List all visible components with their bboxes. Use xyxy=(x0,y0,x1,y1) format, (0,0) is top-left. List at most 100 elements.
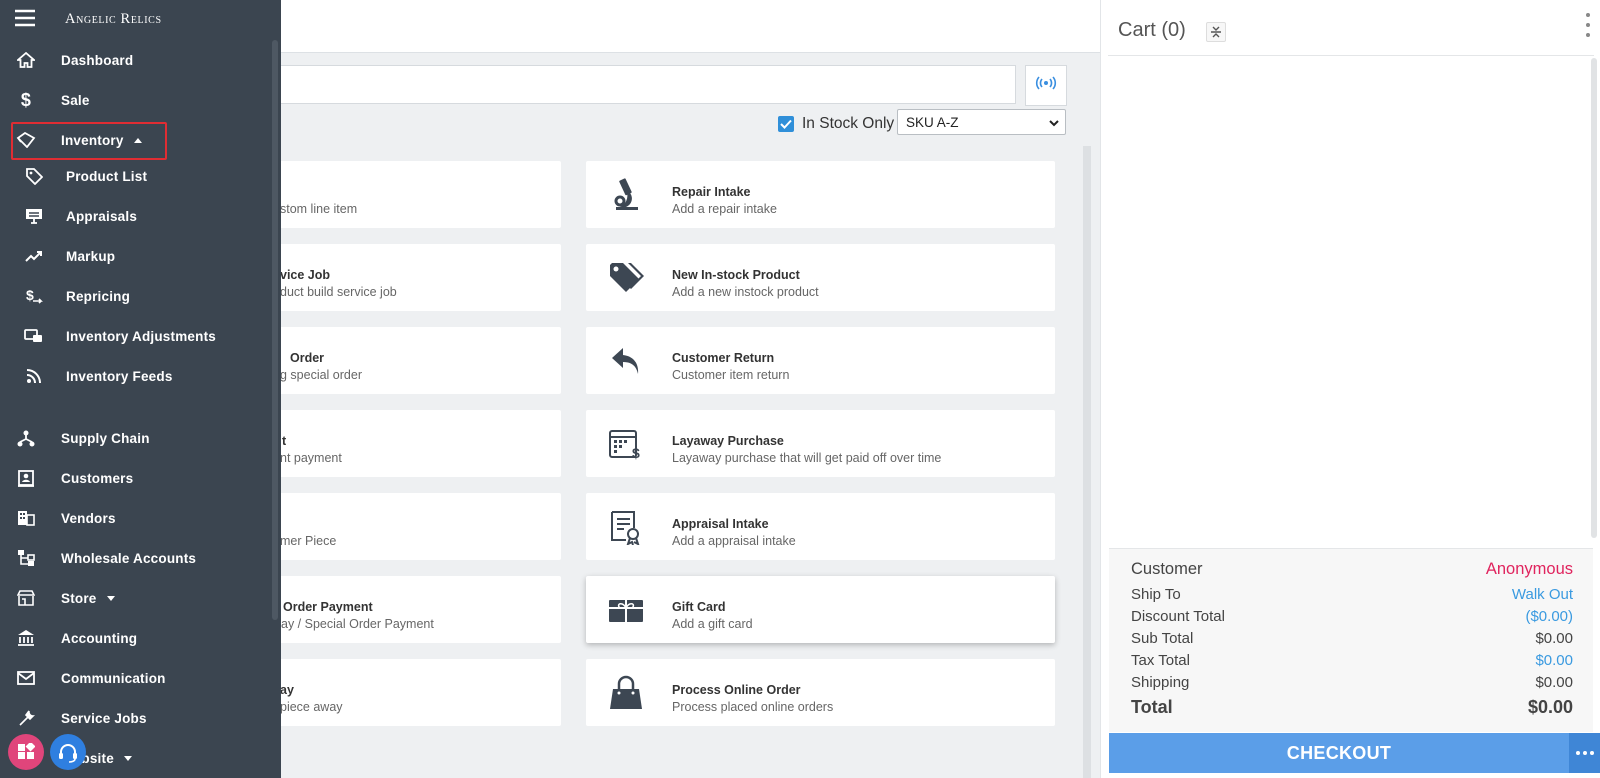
tile-title: New In-stock Product xyxy=(672,268,800,282)
sidebar-subitem-markup[interactable]: Markup xyxy=(0,244,270,268)
sale-tile-process-online-order[interactable]: Process Online Order Process placed onli… xyxy=(586,659,1055,726)
tile-desc: piece away xyxy=(280,700,343,714)
sort-select[interactable]: SKU A-Z xyxy=(897,109,1066,135)
sale-tile-repair-intake[interactable]: Repair Intake Add a repair intake xyxy=(586,161,1055,228)
subtotal-row: Sub Total $0.00 xyxy=(1131,630,1573,647)
monitor-icon xyxy=(24,206,44,226)
tile-title: Order Payment xyxy=(283,600,373,614)
product-search-input[interactable] xyxy=(274,65,1016,104)
sidebar-scrollbar[interactable] xyxy=(272,40,278,620)
sidebar-item-vendors[interactable]: Vendors xyxy=(0,506,270,530)
tax-label: Tax Total xyxy=(1131,652,1190,669)
divider xyxy=(1108,55,1594,56)
sidebar-item-customers[interactable]: Customers xyxy=(0,466,270,490)
tile-desc: Add a repair intake xyxy=(672,202,777,216)
sidebar-item-store[interactable]: Store xyxy=(0,586,270,610)
hamburger-icon xyxy=(15,9,35,27)
kebab-dot xyxy=(1586,13,1590,17)
customer-value-link[interactable]: Anonymous xyxy=(1486,560,1573,579)
headset-icon xyxy=(59,744,77,763)
tile-desc: ay / Special Order Payment xyxy=(281,617,434,631)
subtotal-value: $0.00 xyxy=(1535,630,1573,647)
ship-to-row: Ship To Walk Out xyxy=(1131,586,1573,603)
sidebar-item-service-jobs[interactable]: Service Jobs xyxy=(0,706,270,730)
tile-title: vice Job xyxy=(280,268,331,282)
home-icon xyxy=(16,50,36,70)
sale-tile-gift-card[interactable]: Gift Card Add a gift card xyxy=(586,576,1055,643)
total-label: Total xyxy=(1131,697,1173,717)
adjust-icon xyxy=(24,326,44,346)
sidebar-subitem-label: Inventory Feeds xyxy=(66,368,173,384)
cart-totals: Customer Anonymous Ship To Walk Out Disc… xyxy=(1109,548,1593,732)
caret-up-icon xyxy=(133,138,142,144)
ship-to-value-link[interactable]: Walk Out xyxy=(1512,586,1573,603)
cart-title: Cart (0) xyxy=(1118,19,1186,41)
sidebar-subitem-product-list[interactable]: Product List xyxy=(0,164,270,188)
sidebar-item-dashboard[interactable]: Dashboard xyxy=(0,48,270,72)
kebab-dot xyxy=(1586,23,1590,27)
sidebar-item-inventory[interactable]: Inventory xyxy=(0,128,270,152)
sidebar-item-label: Supply Chain xyxy=(61,430,150,446)
tile-desc: Customer item return xyxy=(672,368,790,382)
shipping-label: Shipping xyxy=(1131,674,1190,691)
dollar-arrow-icon: $ xyxy=(24,286,44,306)
checkout-more-button[interactable] xyxy=(1569,733,1600,773)
cart-scrollbar[interactable] xyxy=(1591,58,1597,538)
sale-tile-customer-return[interactable]: Customer Return Customer item return xyxy=(586,327,1055,394)
sale-tile-appraisal-intake[interactable]: Appraisal Intake Add a appraisal intake xyxy=(586,493,1055,560)
checkout-button[interactable]: CHECKOUT xyxy=(1109,733,1569,773)
cart-more-options-button[interactable] xyxy=(1583,10,1593,40)
sidebar-subitem-inventory-feeds[interactable]: Inventory Feeds xyxy=(0,364,270,388)
support-fab-button[interactable] xyxy=(50,734,86,770)
sidebar-subitem-appraisals[interactable]: Appraisals xyxy=(0,204,270,228)
sidebar-subitem-label: Product List xyxy=(66,168,148,184)
discount-value-link[interactable]: ($0.00) xyxy=(1525,608,1573,625)
hamburger-menu-button[interactable] xyxy=(13,8,37,28)
bank-icon xyxy=(16,628,36,648)
sidebar-subitem-repricing[interactable]: $ Repricing xyxy=(0,284,270,308)
tile-title: Process Online Order xyxy=(672,683,801,697)
dollar-icon: $ xyxy=(20,89,32,110)
ship-to-label: Ship To xyxy=(1131,586,1181,603)
network-icon xyxy=(16,428,36,448)
sidebar-item-label: Store xyxy=(61,591,115,606)
scanner-button[interactable] xyxy=(1025,65,1067,106)
apps-fab-button[interactable] xyxy=(8,734,44,770)
in-stock-checkbox[interactable] xyxy=(778,116,794,132)
customer-label: Customer xyxy=(1131,560,1203,578)
tile-desc: duct build service job xyxy=(280,285,397,299)
sort-value: SKU A-Z xyxy=(906,114,959,130)
contact-card-icon xyxy=(16,468,36,488)
sidebar-item-label: Wholesale Accounts xyxy=(61,550,197,566)
caret-down-icon xyxy=(106,596,115,602)
sidebar-item-accounting[interactable]: Accounting xyxy=(0,626,270,650)
sidebar-item-label: Inventory xyxy=(61,133,142,148)
sidebar-subitem-inventory-adjustments[interactable]: Inventory Adjustments xyxy=(0,324,270,348)
tile-title: Repair Intake xyxy=(672,185,751,199)
tile-title: Gift Card xyxy=(672,600,726,614)
hierarchy-icon xyxy=(16,548,36,568)
sale-tile-new-instock-product[interactable]: New In-stock Product Add a new instock p… xyxy=(586,244,1055,311)
sidebar-subitem-label: Markup xyxy=(66,248,116,264)
sidebar-item-wholesale-accounts[interactable]: Wholesale Accounts xyxy=(0,546,270,570)
tax-value-link[interactable]: $0.00 xyxy=(1535,652,1573,669)
rss-icon xyxy=(24,366,44,386)
in-stock-filter[interactable]: In Stock Only xyxy=(778,115,894,133)
cart-collapse-button[interactable] xyxy=(1206,22,1226,42)
tile-desc: Layaway purchase that will get paid off … xyxy=(672,451,942,465)
store-icon xyxy=(16,588,36,608)
tile-title: ay xyxy=(280,683,294,697)
main-scrollbar[interactable] xyxy=(1083,146,1091,778)
sale-tile-layaway-purchase[interactable]: $ Layaway Purchase Layaway purchase that… xyxy=(586,410,1055,477)
trend-icon xyxy=(24,246,44,266)
sidebar-item-supply-chain[interactable]: Supply Chain xyxy=(0,426,270,450)
tile-desc: Process placed online orders xyxy=(672,700,834,714)
sidebar-item-communication[interactable]: Communication xyxy=(0,666,270,690)
sidebar-item-sale[interactable]: $ Sale xyxy=(0,88,270,112)
certificate-icon xyxy=(606,507,646,547)
gift-card-icon xyxy=(606,590,646,630)
sidebar-subitem-label: Inventory Adjustments xyxy=(66,328,216,344)
broadcast-icon xyxy=(1035,76,1057,95)
tile-desc: nt payment xyxy=(280,451,342,465)
discount-label: Discount Total xyxy=(1131,608,1225,625)
